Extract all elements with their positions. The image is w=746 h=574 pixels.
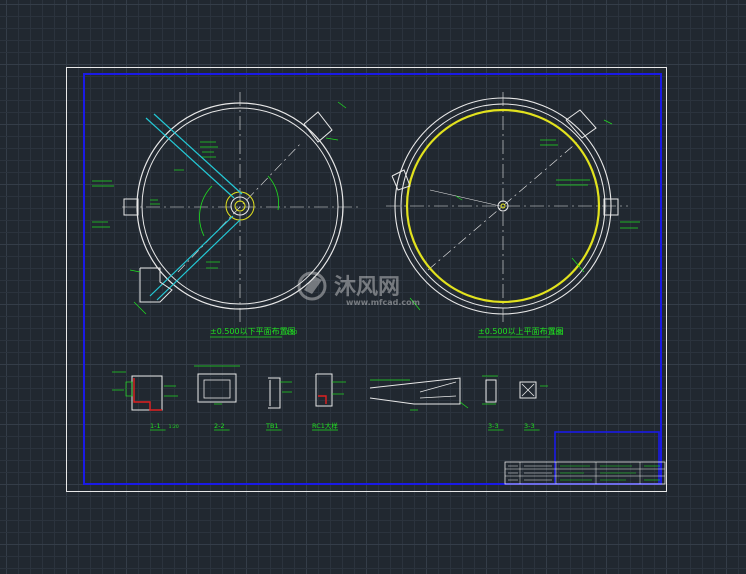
title-block <box>504 431 666 485</box>
watermark-url: www.mfcad.com <box>346 298 420 307</box>
section-label: 2-2 <box>214 422 225 430</box>
watermark-brand: 沐风网 <box>334 275 400 300</box>
watermark-logo-icon <box>297 271 327 301</box>
section-label: RC1大样 <box>312 421 338 430</box>
section-tb1-detail <box>268 377 292 409</box>
inlet-pipe-upper-edge1 <box>145 117 235 199</box>
right-plan-title: ±0.500以上平面布置图 <box>478 326 564 336</box>
right-plan-scale: 1:50 <box>552 330 563 336</box>
watermark: 沐风网 www.mfcad.com <box>297 271 420 307</box>
left-plan-angle-dimension-arc2 <box>267 175 279 211</box>
section-1-1-detail <box>112 371 178 411</box>
left-plan-title: ±0.500以下平面布置图 <box>210 326 296 336</box>
cad-canvas[interactable]: ±0.500以下平面布置图 1:50 ±0.500以上平面布置图 1:50 1-… <box>0 0 746 574</box>
right-plan-view <box>386 92 640 322</box>
section-label: 1-1 <box>150 422 161 430</box>
section-2-2-detail <box>194 365 240 405</box>
section-scale: 1:20 <box>169 424 179 430</box>
section-labels: 1-1 1:20 2-2 TB1 RC1大样 3-3 3-3 <box>150 421 540 431</box>
left-plan-view <box>92 92 362 322</box>
section-label: TB1 <box>265 422 279 430</box>
section-label: 3-3 <box>488 422 499 430</box>
left-plan-valve-chamber <box>139 267 173 303</box>
section-label: 3-3 <box>524 422 535 430</box>
right-plan-radial-line <box>429 189 501 207</box>
left-plan-scale: 1:50 <box>286 330 297 336</box>
launder-support-detail <box>369 377 469 411</box>
section-3-3-detail-a <box>482 375 498 405</box>
